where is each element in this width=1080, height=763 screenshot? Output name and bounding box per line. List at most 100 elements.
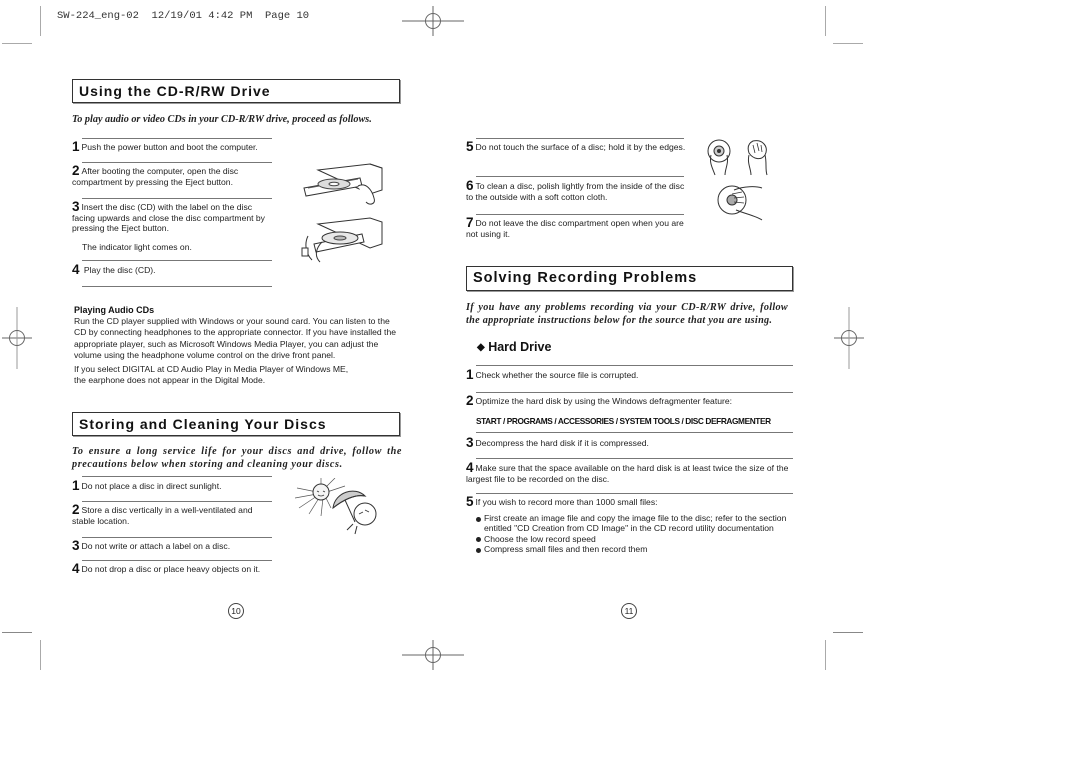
step-item: 3 Decompress the hard disk if it is compr… — [466, 435, 796, 450]
section-title-text: Solving Recording Problems — [473, 270, 698, 286]
digital-mode-line1: If you select DIGITAL at CD Audio Play i… — [74, 364, 349, 374]
section-title-text: Storing and Cleaning Your Discs — [79, 416, 327, 432]
crop-mark — [825, 6, 826, 36]
crop-mark — [833, 632, 863, 633]
step-text: Decompress the hard disk if it is compre… — [475, 438, 649, 448]
divider — [476, 493, 793, 494]
list-item: Choose the low record speed — [475, 534, 790, 544]
page-number-right: 11 — [621, 603, 637, 619]
section-intro: If you have any problems recording via y… — [466, 302, 788, 326]
playing-audio-cds-heading: Playing Audio CDs — [74, 305, 155, 315]
step-text: Push the power button and boot the compu… — [81, 142, 258, 152]
divider — [82, 501, 272, 502]
step-item: 2 After booting the computer, open the di… — [72, 164, 272, 187]
list-item: First create an image file and copy the … — [475, 513, 790, 534]
divider — [476, 392, 793, 393]
crop-mark — [2, 43, 32, 44]
diamond-icon: ◆ — [477, 342, 485, 353]
step-number: 5 — [466, 494, 474, 509]
divider — [476, 176, 684, 177]
slug-page: Page 10 — [264, 10, 310, 22]
page-number-left: 10 — [228, 603, 244, 619]
step-number: 1 — [466, 367, 474, 382]
step-note: The indicator light comes on. — [82, 242, 192, 252]
step-number: 4 — [72, 262, 80, 277]
step-number: 3 — [72, 538, 80, 553]
printer-slug: SW-224_eng-02 12/19/01 4:42 PM Page 10 — [57, 10, 309, 22]
step-text: To clean a disc, polish lightly from the… — [466, 181, 685, 202]
crop-mark — [2, 632, 32, 633]
section-title-using-drive: Using the CD-R/RW Drive — [72, 79, 400, 103]
step-text: Check whether the source file is corrupt… — [475, 370, 639, 380]
section-title-storing-cleaning: Storing and Cleaning Your Discs — [72, 412, 400, 436]
step-item: 4 Make sure that the space available on t… — [466, 461, 796, 484]
divider — [476, 138, 684, 139]
divider — [82, 198, 272, 199]
digital-mode-note: If you select DIGITAL at CD Audio Play i… — [74, 364, 404, 387]
step-item: 4 Play the disc (CD). — [72, 262, 272, 277]
step-text: Insert the disc (CD) with the label on t… — [72, 202, 265, 234]
slug-file: SW-224_eng-02 — [57, 10, 139, 22]
step-number: 2 — [466, 393, 474, 408]
holding-disc-illustration — [707, 139, 768, 176]
slug-time: 4:42 PM — [208, 10, 253, 22]
step-text: Do not touch the surface of a disc; hold… — [475, 142, 686, 152]
divider — [82, 476, 272, 477]
cd-insert-illustration — [301, 217, 383, 263]
crop-mark — [833, 43, 863, 44]
step-text: Optimize the hard disk by using the Wind… — [475, 396, 733, 406]
divider — [82, 286, 272, 287]
step-text: Do not drop a disc or place heavy object… — [81, 564, 261, 574]
hard-drive-title: Hard Drive — [488, 340, 552, 354]
divider — [82, 560, 272, 561]
list-item: Compress small files and then record the… — [475, 544, 790, 554]
playing-audio-cds-paragraph: Run the CD player supplied with Windows … — [74, 316, 397, 361]
registration-mark-left — [2, 307, 32, 369]
step-item: 2 Store a disc vertically in a well-venti… — [72, 503, 272, 526]
step-item: 5 Do not touch the surface of a disc; hol… — [466, 139, 691, 154]
defragmenter-menu-path: START / PROGRAMS / ACCESSORIES / SYSTEM … — [476, 416, 771, 426]
step-item: 6 To clean a disc, polish lightly from th… — [466, 179, 691, 202]
section-intro: To ensure a long service life for your d… — [72, 446, 402, 470]
step-text: Make sure that the space available on th… — [466, 463, 789, 484]
step-item: 4 Do not drop a disc or place heavy objec… — [72, 562, 287, 576]
crop-mark — [40, 640, 41, 670]
divider — [476, 458, 793, 459]
step-item: 1 Check whether the source file is corrup… — [466, 367, 796, 382]
registration-mark-right — [834, 307, 864, 369]
step-item: 1 Push the power button and boot the comp… — [72, 140, 282, 154]
crop-mark — [40, 6, 41, 36]
step-text: Play the disc (CD). — [83, 265, 156, 275]
step-number: 5 — [466, 139, 474, 154]
step-item: 3 Insert the disc (CD) with the label on … — [72, 200, 277, 234]
digital-mode-line2: the earphone does not appear in the Digi… — [74, 375, 266, 386]
step-text: If you wish to record more than 1000 sma… — [475, 497, 658, 507]
step-text: Do not leave the disc compartment open w… — [466, 218, 684, 239]
divider — [82, 162, 272, 163]
step-text: After booting the computer, open the dis… — [72, 166, 239, 187]
step-item: 3 Do not write or attach a label on a dis… — [72, 538, 282, 553]
step-text: Do not write or attach a label on a disc… — [81, 541, 231, 551]
record-tips-list: First create an image file and copy the … — [475, 513, 790, 555]
divider — [82, 260, 272, 261]
section-title-solving-problems: Solving Recording Problems — [466, 266, 793, 291]
registration-mark-top — [402, 6, 464, 36]
step-item: 7 Do not leave the disc compartment open … — [466, 216, 691, 239]
registration-mark-bottom — [402, 640, 464, 670]
divider — [476, 214, 684, 215]
section-title-text: Using the CD-R/RW Drive — [79, 83, 271, 99]
step-item: 5 If you wish to record more than 1000 sm… — [466, 494, 796, 509]
step-item: 1 Do not place a disc in direct sunlight. — [72, 478, 282, 493]
step-item: 2 Optimize the hard disk by using the Win… — [466, 393, 796, 408]
divider — [82, 537, 272, 538]
sun-umbrella-disc-illustration — [295, 478, 377, 535]
cd-tray-open-illustration — [303, 163, 383, 205]
step-number: 1 — [72, 478, 80, 493]
cleaning-disc-illustration — [717, 185, 763, 221]
step-text: Do not place a disc in direct sunlight. — [81, 481, 222, 491]
crop-mark — [825, 640, 826, 670]
divider — [476, 432, 793, 433]
slug-date: 12/19/01 — [151, 10, 202, 22]
step-number: 3 — [466, 435, 474, 450]
divider — [476, 365, 793, 366]
